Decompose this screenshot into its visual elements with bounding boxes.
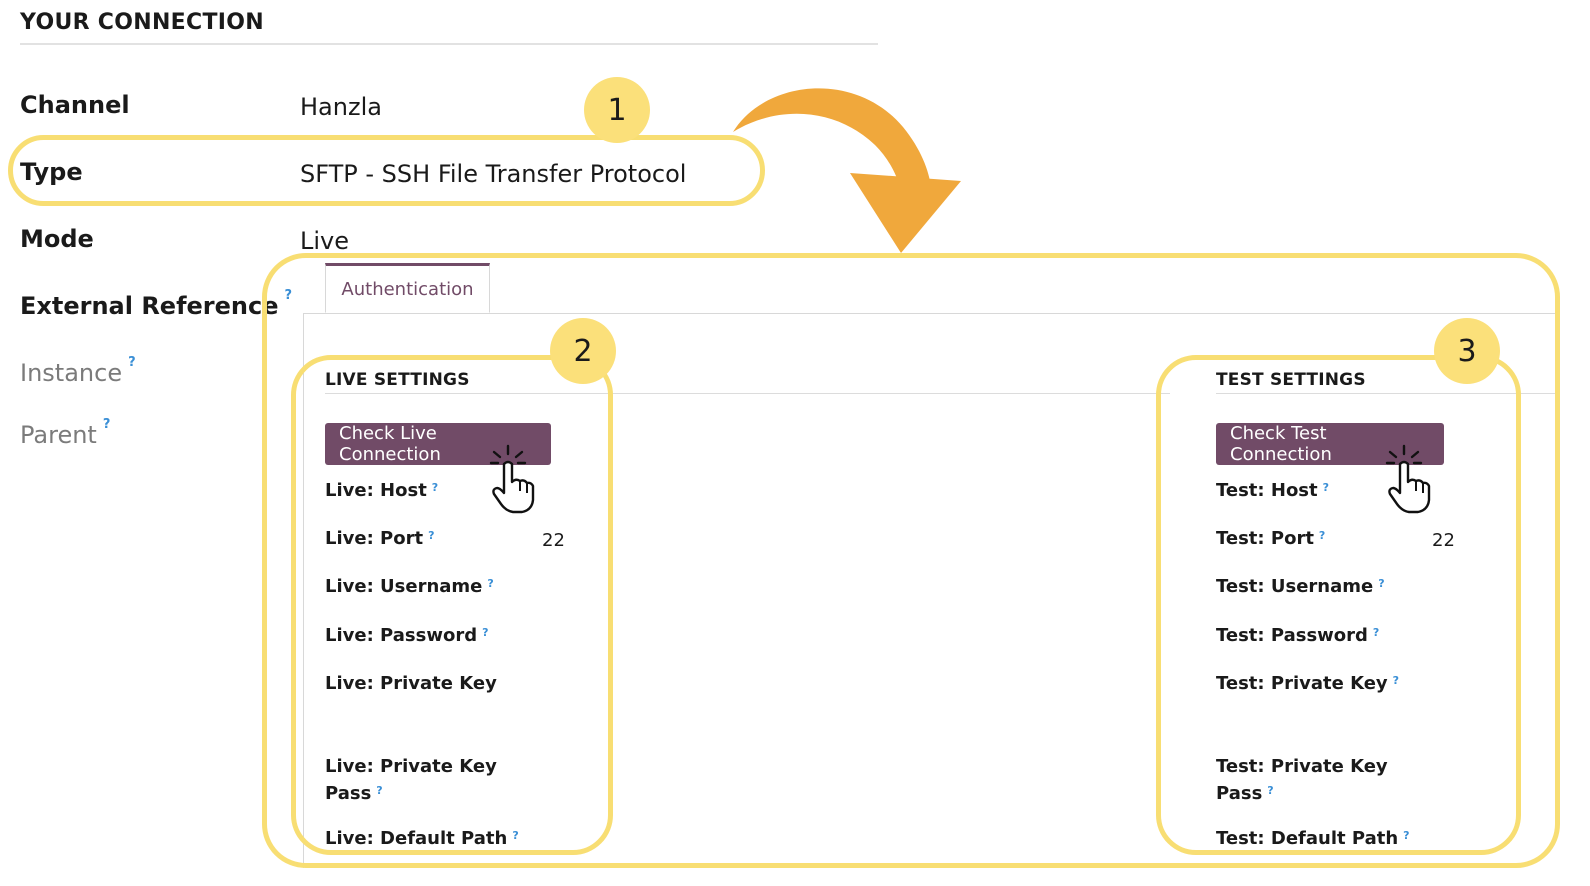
test-private-key-pass-label: Test: Private Key Pass? [1216,753,1388,807]
help-icon[interactable]: ? [482,626,488,639]
live-default-path-text: Live: Default Path [325,828,508,849]
test-password-text: Test: Password [1216,625,1368,646]
tab-authentication[interactable]: Authentication [325,263,490,313]
test-default-path-label: Test: Default Path? [1216,825,1410,852]
curved-arrow-icon [733,88,961,253]
mode-value[interactable]: Live [300,227,349,255]
type-label: Type [20,158,83,186]
test-settings-divider [1216,393,1556,394]
help-icon[interactable]: ? [1323,481,1329,494]
test-private-key-pass-text: Pass [1216,783,1263,804]
live-private-key-pass-text: Pass [325,783,372,804]
live-port-value[interactable]: 22 [542,530,565,551]
tab-bar-line [304,313,1559,314]
live-username-text: Live: Username [325,576,483,597]
live-settings-title: LIVE SETTINGS [325,370,470,390]
live-host-label: Live: Host? [325,477,438,504]
test-private-key-text: Test: Private Key [1216,673,1388,694]
help-icon[interactable]: ? [1378,577,1384,590]
live-port-text: Live: Port [325,528,424,549]
help-icon[interactable]: ? [432,481,438,494]
hand-cursor-icon [1385,444,1431,514]
help-icon[interactable]: ? [1267,784,1273,797]
help-icon[interactable]: ? [512,829,518,842]
help-icon[interactable]: ? [128,355,136,370]
live-password-label: Live: Password? [325,622,488,649]
parent-label: Parent? [20,417,110,449]
type-value[interactable]: SFTP - SSH File Transfer Protocol [300,160,686,188]
annotation-badge-1: 1 [584,77,650,143]
test-private-key-pass-line2: Pass? [1216,780,1388,807]
external-reference-label: External Reference? [20,288,292,320]
external-reference-text: External Reference [20,292,279,320]
test-private-key-label: Test: Private Key? [1216,670,1399,697]
test-default-path-text: Test: Default Path [1216,828,1399,849]
live-port-label: Live: Port? [325,525,434,552]
mode-label: Mode [20,225,94,253]
test-host-label: Test: Host? [1216,477,1329,504]
live-private-key-label: Live: Private Key [325,673,497,694]
live-host-text: Live: Host [325,480,427,501]
help-icon[interactable]: ? [103,417,111,432]
test-private-key-pass-line1: Test: Private Key [1216,756,1388,777]
channel-label: Channel [20,91,130,119]
test-password-label: Test: Password? [1216,622,1379,649]
instance-text: Instance [20,359,123,387]
live-password-text: Live: Password [325,625,478,646]
test-settings-title: TEST SETTINGS [1216,370,1366,390]
section-divider [20,43,878,45]
live-default-path-label: Live: Default Path? [325,825,519,852]
annotation-badge-2: 2 [550,318,616,384]
help-icon[interactable]: ? [1319,529,1325,542]
live-username-label: Live: Username? [325,573,494,600]
channel-value[interactable]: Hanzla [300,93,382,121]
test-port-text: Test: Port [1216,528,1314,549]
test-username-text: Test: Username [1216,576,1374,597]
live-private-key-pass-line2: Pass? [325,780,497,807]
live-private-key-pass-label: Live: Private Key Pass? [325,753,497,807]
annotation-badge-3: 3 [1434,318,1500,384]
test-username-label: Test: Username? [1216,573,1385,600]
section-title: YOUR CONNECTION [20,10,264,35]
help-icon[interactable]: ? [285,288,293,303]
test-port-label: Test: Port? [1216,525,1325,552]
notebook-left-border [303,313,304,868]
help-icon[interactable]: ? [1403,829,1409,842]
live-private-key-pass-line1: Live: Private Key [325,756,497,777]
help-icon[interactable]: ? [487,577,493,590]
hand-cursor-icon [489,444,535,514]
instance-label: Instance? [20,355,136,387]
help-icon[interactable]: ? [428,529,434,542]
help-icon[interactable]: ? [376,784,382,797]
help-icon[interactable]: ? [1393,674,1399,687]
live-settings-divider [325,393,1170,394]
help-icon[interactable]: ? [1373,626,1379,639]
parent-text: Parent [20,421,97,449]
test-port-value[interactable]: 22 [1432,530,1455,551]
test-host-text: Test: Host [1216,480,1318,501]
